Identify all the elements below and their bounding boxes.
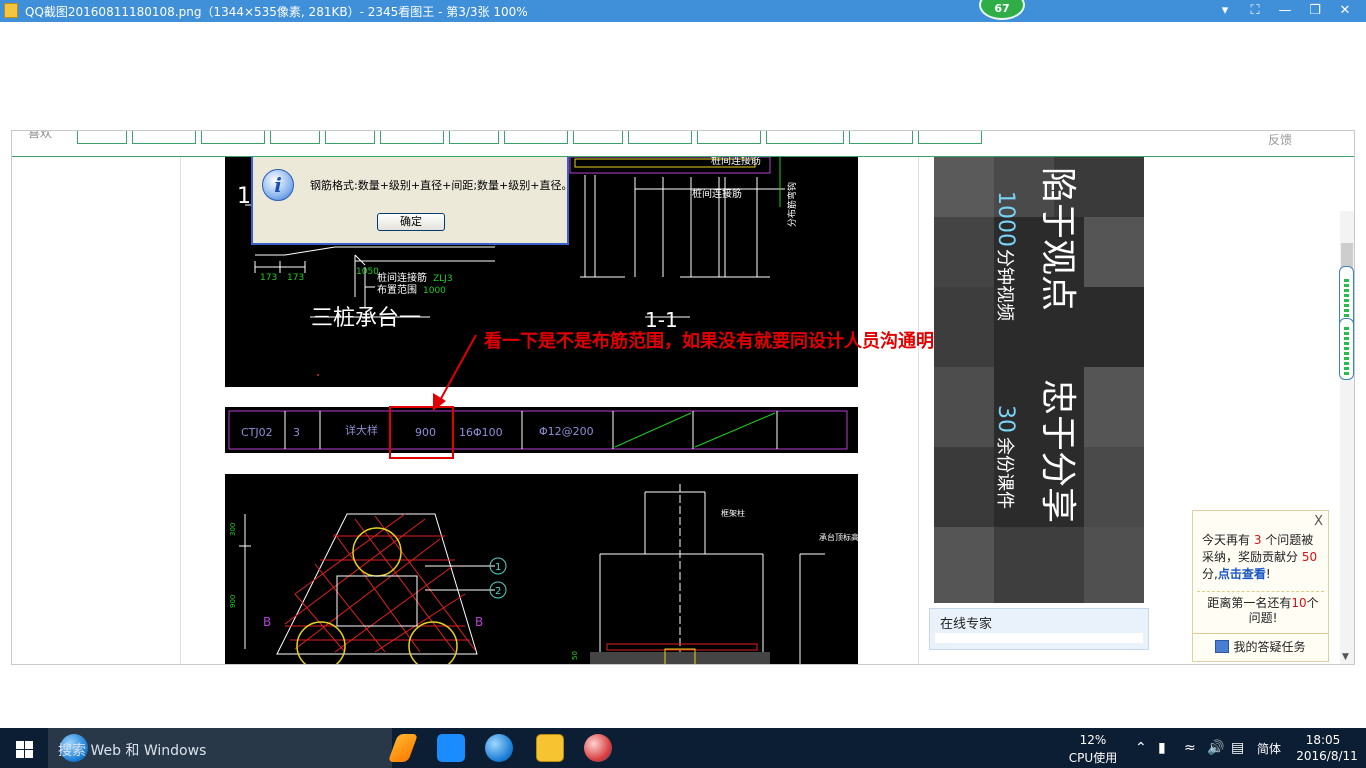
scroll-down-icon[interactable]: ▼ (1342, 652, 1349, 662)
cpu-label: CPU使用 (1068, 751, 1118, 765)
popup-text: 今天再有 (1202, 533, 1254, 547)
course-ad-banner[interactable]: 1000 分钟视频 陷于观点 30 余份课件 忠于分享 (934, 157, 1144, 603)
ad-text: 分钟视频 (994, 249, 1015, 321)
2345-app-icon[interactable] (437, 734, 465, 762)
viewer-title-bar: QQ截图20160811180108.png（1344×535像素, 281KB… (0, 0, 1366, 22)
clock-time: 18:05 (1305, 733, 1341, 747)
annotation-arrow-layer (433, 334, 477, 411)
taskbar-search[interactable]: 搜索 Web 和 Windows (48, 728, 392, 768)
windows-logo-icon (25, 750, 33, 758)
pencil-app-icon[interactable] (387, 734, 419, 762)
image-viewer-icon (4, 3, 18, 18)
windows-logo-icon (16, 741, 24, 749)
score-badge[interactable]: 67 (979, 0, 1025, 20)
popup-text: 分, (1202, 567, 1218, 581)
viewer-canvas[interactable]: 喜欢 反馈 1 三桩承台一 1-1 桩间连接筋 布置范围 桩间连接筋 桩间连接筋… (0, 22, 1366, 728)
fullscreen-button[interactable]: ⛶ (1244, 2, 1266, 20)
online-expert-panel: 在线专家 (929, 608, 1149, 650)
my-tasks-button[interactable]: 我的答疑任务 (1193, 633, 1328, 661)
search-placeholder: 搜索 Web 和 Windows (58, 743, 207, 759)
panel-title: 在线专家 (940, 617, 993, 632)
windows-logo-icon (25, 741, 33, 749)
task-popup: X 今天再有 3 个问题被采纳，奖励贡献分 50 分,点击查看! 距离第一名还有… (1192, 510, 1329, 662)
speed-meter-widget[interactable] (1339, 318, 1354, 380)
task-label: 我的答疑任务 (1233, 640, 1306, 654)
popup-message: 今天再有 3 个问题被采纳，奖励贡献分 50 分,点击查看! (1202, 532, 1324, 583)
divider (1197, 591, 1324, 592)
wifi-icon[interactable]: ≈ (1184, 740, 1196, 756)
highlight-box (389, 406, 454, 459)
screenshot-image: 喜欢 反馈 1 三桩承台一 1-1 桩间连接筋 布置范围 桩间连接筋 桩间连接筋… (11, 130, 1355, 665)
windows-taskbar: 搜索 Web 和 Windows 12% CPU使用 ⌃ ▮ ≈ 🔊 ▤ 简体 … (0, 728, 1366, 768)
notes-app-icon[interactable] (536, 734, 564, 762)
clock-date: 2016/8/11 (1296, 749, 1358, 763)
popup-text: 距离第一名还有 (1207, 596, 1292, 610)
annotation-arrow (437, 334, 477, 405)
close-icon[interactable]: X (1314, 514, 1323, 529)
chevron-up-icon[interactable]: ⌃ (1135, 740, 1147, 756)
ad-number: 1000 (993, 191, 1018, 247)
task-icon (1215, 640, 1230, 653)
volume-icon[interactable]: 🔊 (1207, 740, 1224, 756)
popup-count: 10 (1291, 596, 1307, 610)
start-button[interactable] (0, 728, 48, 768)
viewer-app-icon[interactable] (584, 734, 612, 762)
windows-logo-icon (16, 750, 24, 758)
window-title: QQ截图20160811180108.png（1344×535像素, 281KB… (25, 5, 528, 19)
meter-fill (1344, 327, 1349, 375)
popup-points: 50 (1301, 550, 1318, 564)
cpu-usage-widget[interactable]: 12% CPU使用 (1063, 728, 1123, 768)
popup-rank-message: 距离第一名还有10个问题! (1202, 596, 1324, 626)
dropdown-menu-button[interactable]: ▾ (1214, 2, 1236, 20)
ad-graphic: 1000 分钟视频 陷于观点 30 余份课件 忠于分享 (934, 157, 1144, 603)
meter-fill (1344, 279, 1349, 323)
ad-text: 余份课件 (994, 437, 1015, 509)
input-language[interactable]: 简体 (1252, 728, 1286, 768)
cpu-percent: 12% (1079, 733, 1107, 747)
notification-icon[interactable]: ▤ (1231, 740, 1244, 756)
ad-headline: 忠于分享 (1037, 379, 1078, 523)
ad-number: 30 (993, 405, 1018, 433)
clock[interactable]: 18:05 2016/8/11 (1288, 728, 1366, 768)
browser-app-icon[interactable] (485, 734, 513, 762)
popup-text: ! (1265, 567, 1271, 581)
ad-headline: 陷于观点 (1037, 167, 1078, 311)
view-link[interactable]: 点击查看 (1218, 567, 1266, 581)
minimize-button[interactable]: — (1274, 2, 1296, 20)
restore-button[interactable]: ❐ (1304, 2, 1326, 20)
expert-list (935, 633, 1143, 643)
battery-icon[interactable]: ▮ (1158, 740, 1166, 756)
close-button[interactable]: ✕ (1334, 2, 1356, 20)
